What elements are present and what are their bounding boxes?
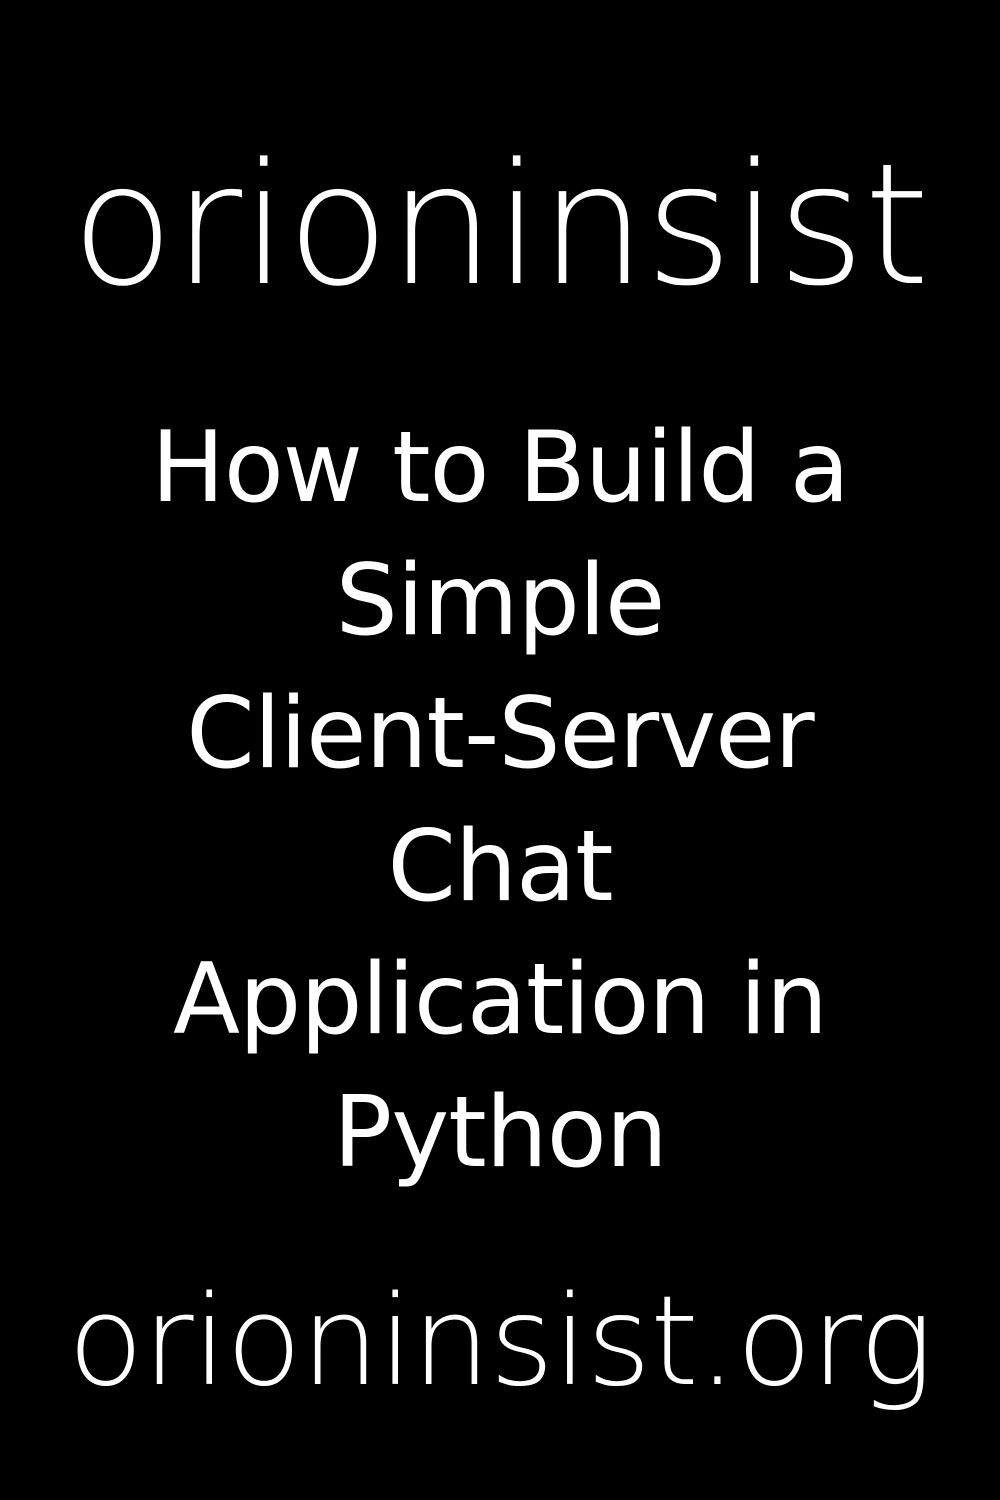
title-line: Chat — [387, 810, 613, 924]
title-line: Application in — [172, 943, 828, 1057]
title-line: How to Build a — [151, 411, 850, 525]
title-line: Python — [333, 1076, 668, 1190]
site-domain: orioninsist.org — [67, 1270, 934, 1414]
brand-name: orioninsist — [71, 127, 930, 323]
article-title: How to Build a Simple Client-Server Chat… — [0, 402, 1000, 1200]
title-line: Client-Server — [186, 677, 814, 791]
title-line: Simple — [335, 544, 666, 658]
pin-card: orioninsist How to Build a Simple Client… — [0, 0, 1000, 1500]
